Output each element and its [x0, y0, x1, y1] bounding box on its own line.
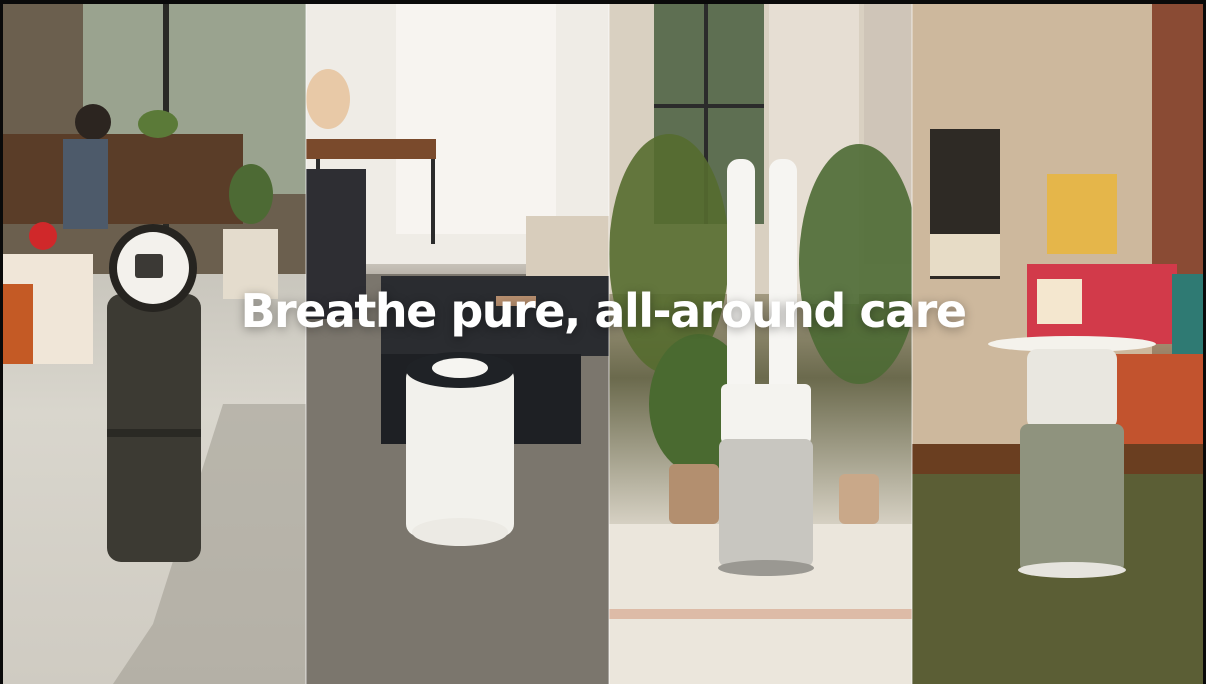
scene-panel-lounge [306, 4, 609, 684]
panel-divider [911, 4, 913, 684]
plant-room-scene [609, 4, 912, 684]
lounge-scene [306, 4, 609, 684]
video-frame [3, 4, 1203, 684]
scene-panel-living-room [3, 4, 306, 684]
panel-divider [305, 4, 307, 684]
retro-room-scene [912, 4, 1203, 684]
living-room-scene [3, 4, 306, 684]
panel-divider [608, 4, 610, 684]
scene-panel-plant-room [609, 4, 912, 684]
headline-text: Breathe pure, all-around care [240, 284, 967, 338]
scene-panel-retro-room [912, 4, 1203, 684]
